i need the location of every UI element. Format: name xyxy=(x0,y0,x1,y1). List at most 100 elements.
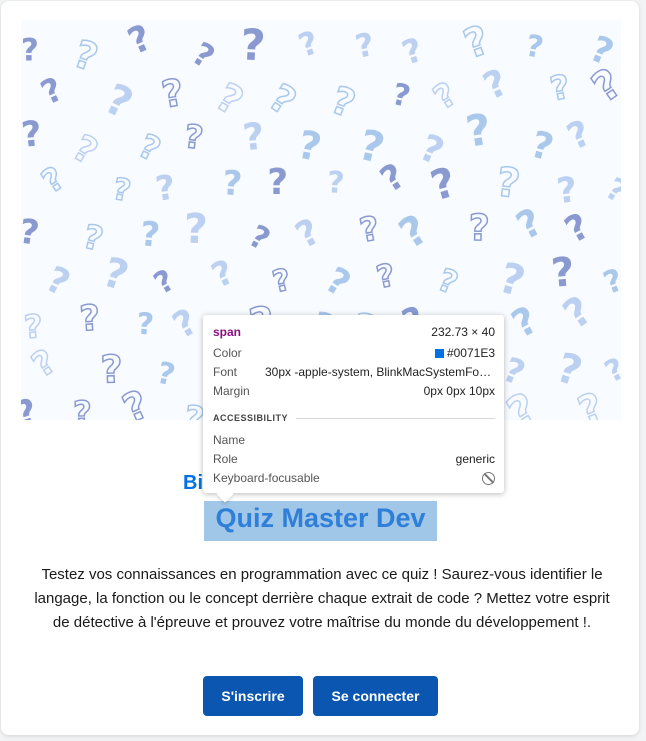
question-mark-icon: ? xyxy=(426,74,463,117)
question-mark-icon: ? xyxy=(21,392,43,420)
question-mark-icon: ? xyxy=(241,114,267,159)
element-size: 232.73 × 40 xyxy=(431,325,495,339)
question-mark-icon: ? xyxy=(352,25,377,66)
question-mark-icon: ? xyxy=(78,298,101,339)
question-mark-icon: ? xyxy=(572,385,609,420)
question-mark-icon: ? xyxy=(66,127,105,173)
question-mark-icon: ? xyxy=(239,20,267,71)
question-mark-icon: ? xyxy=(166,301,205,347)
question-mark-icon: ? xyxy=(122,20,158,63)
question-mark-icon: ? xyxy=(269,262,294,300)
quiz-title: Quiz Master Dev xyxy=(215,503,426,533)
not-allowed-icon xyxy=(482,471,495,485)
question-mark-icon: ? xyxy=(159,70,188,116)
question-mark-icon: ? xyxy=(35,159,72,201)
question-mark-icon: ? xyxy=(289,211,327,257)
question-mark-icon: ? xyxy=(561,113,597,159)
question-mark-icon: ? xyxy=(509,199,550,248)
question-mark-icon: ? xyxy=(493,159,522,208)
question-mark-icon: ? xyxy=(294,23,324,65)
question-mark-icon: ? xyxy=(21,212,42,254)
question-mark-icon: ? xyxy=(182,117,205,157)
accessibility-section: ACCESSIBILITY xyxy=(213,411,495,425)
question-mark-icon: ? xyxy=(132,126,166,169)
question-mark-icon: ? xyxy=(558,206,596,252)
question-mark-icon: ? xyxy=(389,77,414,115)
name-row: Name xyxy=(213,431,495,449)
element-tag: span xyxy=(213,325,242,339)
question-mark-icon: ? xyxy=(477,60,515,108)
question-mark-icon: ? xyxy=(504,297,545,346)
role-value: generic xyxy=(455,452,495,466)
question-mark-icon: ? xyxy=(68,31,103,80)
question-mark-icon: ? xyxy=(261,75,304,124)
welcome-text: Bi xyxy=(183,472,203,494)
question-mark-icon: ? xyxy=(523,29,546,66)
color-value: #0071E3 xyxy=(434,346,495,360)
margin-value: 0px 0px 10px xyxy=(423,384,495,398)
color-label: Color xyxy=(213,346,242,360)
question-mark-icon: ? xyxy=(21,114,44,156)
question-mark-icon: ? xyxy=(599,171,621,211)
question-mark-icon: ? xyxy=(326,165,345,201)
question-mark-icon: ? xyxy=(463,105,495,158)
question-mark-icon: ? xyxy=(397,30,428,73)
question-mark-icon: ? xyxy=(100,347,124,392)
question-mark-icon: ? xyxy=(139,214,161,255)
question-mark-icon: ? xyxy=(117,382,156,420)
question-mark-icon: ? xyxy=(526,123,558,170)
color-swatch xyxy=(434,349,444,358)
question-mark-icon: ? xyxy=(267,162,288,203)
question-mark-icon: ? xyxy=(186,34,222,76)
question-mark-icon: ? xyxy=(25,341,64,385)
question-mark-icon: ? xyxy=(39,259,76,305)
question-mark-icon: ? xyxy=(110,172,134,210)
margin-row: Margin 0px 0px 10px xyxy=(213,382,495,400)
devtools-inspect-tooltip: span 232.73 × 40 Color #0071E3 Font 30px… xyxy=(203,315,504,493)
question-mark-icon: ? xyxy=(555,287,600,338)
quiz-description: Testez vos connaissances en programmatio… xyxy=(34,566,610,631)
question-mark-icon: ? xyxy=(433,262,463,302)
question-mark-icon: ? xyxy=(468,208,490,249)
color-row: Color #0071E3 xyxy=(213,344,495,362)
question-mark-icon: ? xyxy=(599,262,621,302)
question-mark-icon: ? xyxy=(547,67,573,109)
question-mark-icon: ? xyxy=(391,205,437,258)
focus-label: Keyboard-focusable xyxy=(213,471,320,485)
font-label: Font xyxy=(213,365,238,379)
divider xyxy=(296,417,495,419)
question-mark-icon: ? xyxy=(294,123,325,172)
question-mark-icon: ? xyxy=(599,351,621,390)
question-mark-icon: ? xyxy=(184,205,209,253)
question-mark-icon: ? xyxy=(153,167,178,209)
question-mark-icon: ? xyxy=(35,69,69,112)
login-button[interactable]: Se connecter xyxy=(313,676,438,716)
signup-button[interactable]: S'inscrire xyxy=(203,676,303,716)
question-mark-icon: ? xyxy=(98,74,141,129)
question-mark-icon: ? xyxy=(373,257,398,296)
question-mark-icon: ? xyxy=(318,260,357,306)
question-mark-icon: ? xyxy=(374,156,413,201)
question-mark-icon: ? xyxy=(136,307,155,343)
question-mark-icon: ? xyxy=(23,307,44,346)
title-highlight: Quiz Master Dev xyxy=(204,501,437,541)
focus-row: Keyboard-focusable xyxy=(213,469,495,487)
question-mark-icon: ? xyxy=(154,356,179,394)
accessibility-heading: ACCESSIBILITY xyxy=(213,413,289,423)
question-mark-icon: ? xyxy=(356,208,382,250)
font-row: Font 30px -apple-system, BlinkMacSystemF… xyxy=(213,363,495,381)
name-label: Name xyxy=(213,433,246,447)
question-mark-icon: ? xyxy=(325,78,361,127)
question-mark-icon: ? xyxy=(206,252,241,297)
question-mark-icon: ? xyxy=(148,263,181,302)
question-mark-icon: ? xyxy=(73,394,92,420)
tooltip-header: span 232.73 × 40 xyxy=(213,323,495,341)
role-row: Role generic xyxy=(213,450,495,468)
question-mark-icon: ? xyxy=(97,248,134,301)
question-mark-icon: ? xyxy=(221,163,243,204)
margin-label: Margin xyxy=(213,384,250,398)
question-mark-icon: ? xyxy=(458,20,496,68)
question-mark-icon: ? xyxy=(425,158,461,211)
font-value: 30px -apple-system, BlinkMacSystemFon... xyxy=(265,365,495,379)
question-mark-icon: ? xyxy=(243,218,276,258)
